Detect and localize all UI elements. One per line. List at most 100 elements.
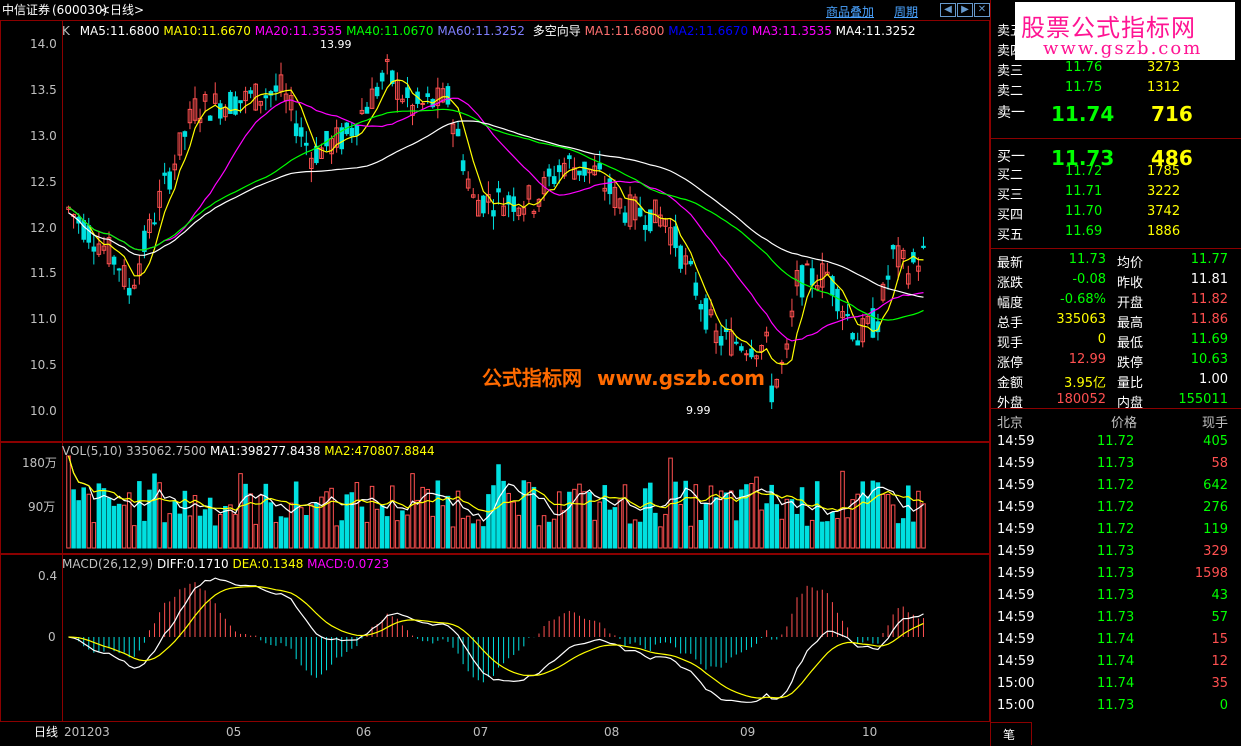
volume-bar (860, 481, 866, 549)
tick-price: 11.73 (1097, 456, 1135, 471)
tick-row[interactable]: 15:00 11.74 35 (991, 674, 1241, 694)
volume-bar (202, 509, 208, 549)
tick-row[interactable]: 14:59 11.73 57 (991, 608, 1241, 628)
candle-body (491, 210, 496, 217)
tick-price: 11.73 (1097, 610, 1135, 625)
candle-body (364, 106, 370, 114)
order-row[interactable]: 买四 11.70 3742 (991, 202, 1241, 223)
volume-bar (481, 526, 486, 549)
order-price: 11.69 (1065, 224, 1103, 239)
volume-bar (602, 485, 608, 549)
x-axis: 日线 201203 05 06 07 08 09 10 (0, 722, 990, 746)
volume-bar (486, 494, 491, 549)
candle-body (637, 207, 643, 217)
volume-bar (516, 514, 522, 549)
tab-trades[interactable]: 笔 (991, 722, 1032, 745)
volume-bar (425, 488, 430, 549)
volume-bar (116, 503, 122, 549)
volume-bar (754, 476, 759, 549)
tick-row[interactable]: 15:00 11.73 0 (991, 696, 1241, 716)
quote-value: -0.08 (1072, 272, 1106, 287)
candle-body (845, 313, 850, 317)
volume-bar (71, 489, 76, 549)
volume-bar (91, 522, 97, 549)
tick-volume: 35 (1211, 676, 1228, 691)
tick-row[interactable]: 14:59 11.74 15 (991, 630, 1241, 650)
volume-bar (354, 482, 360, 549)
tick-row[interactable]: 14:59 11.72 642 (991, 476, 1241, 496)
tick-volume: 12 (1211, 654, 1228, 669)
quote-row: 现手 0 最低 11.69 (991, 330, 1241, 351)
tick-row[interactable]: 14:59 11.73 329 (991, 542, 1241, 562)
quote-value: 11.82 (1190, 292, 1228, 307)
order-row[interactable]: 卖四 (991, 38, 1241, 59)
quote-row: 外盘 180052 内盘 155011 (991, 390, 1241, 411)
volume-bar (243, 483, 248, 549)
tick-row[interactable]: 14:59 11.73 1598 (991, 564, 1241, 584)
order-row[interactable]: 卖三 11.76 3273 (991, 58, 1241, 79)
order-row[interactable]: 买五 11.69 1886 (991, 222, 1241, 243)
macd-legend: MACD(26,12,9) DIFF:0.1710 DEA:0.1348 MAC… (62, 557, 389, 571)
tick-row[interactable]: 14:59 11.73 58 (991, 454, 1241, 474)
candle-body (718, 336, 724, 346)
volume-bar (298, 507, 304, 549)
tick-row[interactable]: 14:59 11.72 276 (991, 498, 1241, 518)
order-row[interactable]: 买二 11.72 1785 (991, 162, 1241, 183)
ticks-header-price: 价格 (1111, 416, 1138, 431)
order-row[interactable]: 卖二 11.75 1312 (991, 78, 1241, 99)
candle-body (304, 142, 309, 146)
tick-row[interactable]: 14:59 11.72 405 (991, 432, 1241, 452)
tick-volume: 119 (1203, 522, 1228, 537)
volume-bar (76, 500, 81, 549)
tab-trades-label: 笔 (1003, 728, 1016, 742)
ma20-line (68, 97, 924, 342)
quote-label: 均价 (1117, 256, 1144, 271)
order-label: 买三 (997, 188, 1024, 203)
order-volume: 3273 (1147, 60, 1181, 75)
order-row[interactable]: 卖五 (991, 18, 1241, 39)
vol-legend: VOL(5,10) 335062.7500 MA1:398277.8438 MA… (62, 444, 435, 458)
tick-row[interactable]: 14:59 11.73 43 (991, 586, 1241, 606)
candle-body (597, 163, 602, 170)
candle-body (207, 115, 213, 121)
candle-body (126, 287, 132, 296)
volume-bar (309, 504, 314, 549)
volume-bar (511, 501, 516, 549)
candle-body (91, 246, 97, 252)
tick-row[interactable]: 14:59 11.74 12 (991, 652, 1241, 672)
order-row[interactable]: 买三 11.71 3222 (991, 182, 1241, 203)
candle-body (349, 127, 355, 137)
quote-value: 155011 (1178, 392, 1228, 407)
volume-bar (283, 517, 289, 549)
candle-body (142, 230, 147, 252)
watermark-text: 公式指标网 (482, 366, 582, 390)
volume-bar (172, 501, 178, 549)
x-axis-label: 日线 (34, 725, 59, 739)
volume-bar (369, 485, 375, 549)
volume-bar (607, 509, 613, 549)
candle-body (799, 265, 805, 298)
order-label: 卖二 (997, 84, 1024, 99)
order-row[interactable]: 卖一 11.74 716 (991, 100, 1241, 126)
volume-bar (703, 502, 709, 549)
low-label: 9.99 (686, 404, 711, 417)
candle-body (324, 130, 329, 147)
volume-bar (324, 491, 329, 549)
order-volume: 1886 (1147, 224, 1181, 239)
volume-bar (658, 526, 663, 549)
tick-row[interactable]: 14:59 11.72 119 (991, 520, 1241, 540)
volume-bar (825, 521, 830, 549)
watermark-url: www.gszb.com (596, 366, 765, 390)
volume-bar (253, 523, 258, 549)
tick-volume: 405 (1203, 434, 1228, 449)
volume-bar (142, 520, 147, 549)
macd-tick-0: 0 (48, 630, 56, 644)
volume-bar (238, 473, 243, 549)
quote-value: 10.63 (1190, 352, 1228, 367)
order-price: 11.74 (1051, 102, 1115, 126)
volume-bar (106, 497, 112, 549)
candle-body (693, 282, 699, 296)
volume-bar (617, 499, 623, 549)
tick-volume: 0 (1219, 698, 1228, 713)
candle-body (551, 176, 557, 184)
